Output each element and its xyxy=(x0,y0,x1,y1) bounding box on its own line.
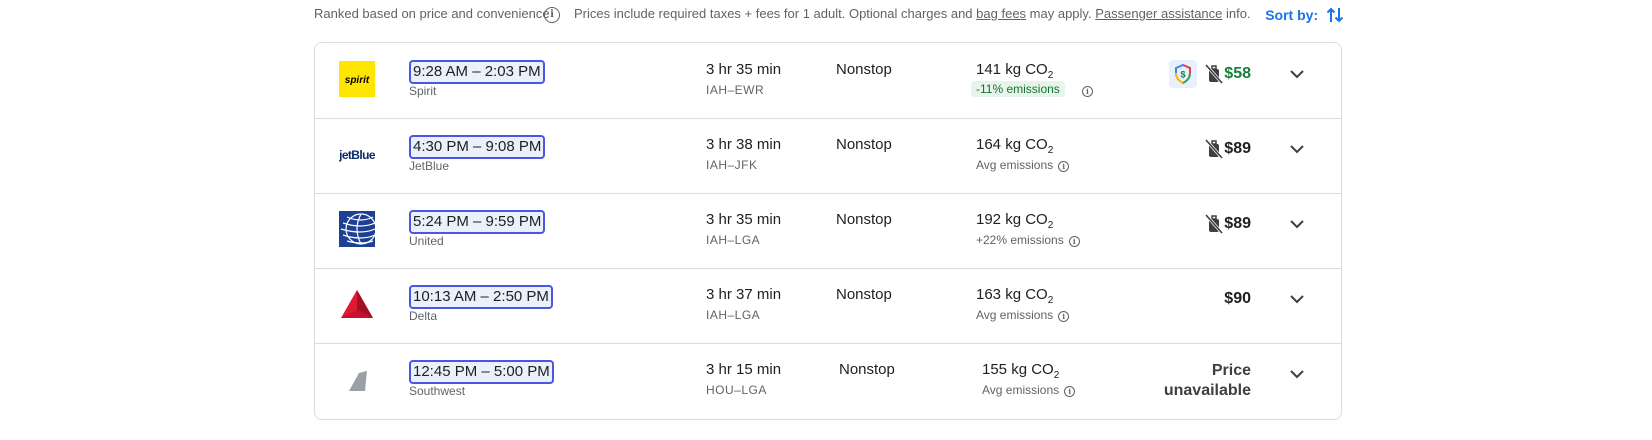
flight-route: IAH–JFK xyxy=(706,158,758,172)
info-icon[interactable]: i xyxy=(544,7,560,23)
prices-disclaimer: Prices include required taxes + fees for… xyxy=(574,6,1251,21)
jetblue-logo: jetBlue xyxy=(338,136,376,172)
airline-name: Delta xyxy=(409,309,438,323)
sort-label: Sort by: xyxy=(1265,7,1319,23)
flight-stops: Nonstop xyxy=(836,61,892,78)
chevron-down-icon[interactable] xyxy=(1289,69,1305,79)
emissions-info-icon[interactable]: i xyxy=(1068,236,1080,247)
co2-value: 164 kg CO2 xyxy=(976,136,1054,156)
flight-times: 4:30 PM – 9:08 PM xyxy=(409,135,546,159)
flight-times: 12:45 PM – 5:00 PM xyxy=(409,360,554,384)
sort-by-button[interactable]: Sort by: xyxy=(1265,5,1344,25)
flight-price: $89 xyxy=(1224,215,1251,232)
flight-price: $89 xyxy=(1224,140,1251,157)
co2-value: 163 kg CO2 xyxy=(976,286,1054,306)
chevron-down-icon[interactable] xyxy=(1289,219,1305,229)
price-unavailable: Price unavailable xyxy=(1164,361,1251,401)
emissions-label: +22% emissions i xyxy=(976,233,1080,247)
flight-route: IAH–LGA xyxy=(706,308,761,322)
flight-duration: 3 hr 35 min xyxy=(706,211,782,228)
delta-triangle-logo xyxy=(339,286,375,322)
spirit-logo: spirit xyxy=(339,61,375,97)
price-line-2: unavailable xyxy=(1163,382,1251,399)
flight-row-delta[interactable]: 10:13 AM – 2:50 PM Delta 3 hr 37 min IAH… xyxy=(315,268,1341,344)
emissions-label: Avg emissions i xyxy=(976,308,1070,322)
passenger-assistance-link[interactable]: Passenger assistance xyxy=(1095,6,1222,21)
flight-stops: Nonstop xyxy=(836,136,892,153)
spirit-logo-text: spirit xyxy=(345,75,370,86)
airline-name: Spirit xyxy=(409,84,437,98)
flight-duration: 3 hr 15 min xyxy=(706,361,782,378)
prices-text-1: Prices include required taxes + fees for… xyxy=(574,6,973,21)
flight-row-jetblue[interactable]: jetBlue 4:30 PM – 9:08 PM JetBlue 3 hr 3… xyxy=(315,118,1341,194)
chevron-down-icon[interactable] xyxy=(1289,294,1305,304)
co2-value: 192 kg CO2 xyxy=(976,211,1054,231)
airline-name: United xyxy=(409,234,444,248)
flight-route: IAH–LGA xyxy=(706,233,761,247)
flight-stops: Nonstop xyxy=(836,286,892,303)
emissions-badge: -11% emissions xyxy=(971,81,1065,97)
flight-stops: Nonstop xyxy=(839,361,895,378)
emissions-label: Avg emissions i xyxy=(982,383,1076,397)
chevron-down-icon[interactable] xyxy=(1289,144,1305,154)
prices-text-2: may apply. xyxy=(1029,6,1092,21)
flight-route: HOU–LGA xyxy=(706,383,767,397)
jetblue-logo-text: jetBlue xyxy=(339,148,375,162)
no-carry-on-icon xyxy=(1205,214,1223,234)
co2-value: 155 kg CO2 xyxy=(982,361,1060,381)
sort-arrows-icon xyxy=(1326,7,1344,23)
generic-tail-logo xyxy=(339,361,375,397)
flight-route: IAH–EWR xyxy=(706,83,765,97)
ranked-text: Ranked based on price and convenience xyxy=(314,6,550,21)
flight-times: 5:24 PM – 9:59 PM xyxy=(409,210,546,234)
flight-times: 10:13 AM – 2:50 PM xyxy=(409,285,553,309)
bag-fees-link[interactable]: bag fees xyxy=(976,6,1026,21)
airline-name: Southwest xyxy=(409,384,466,398)
results-info-bar: Ranked based on price and convenience i … xyxy=(314,6,1344,30)
emissions-info-icon[interactable]: i xyxy=(1058,161,1070,172)
airline-name: JetBlue xyxy=(409,159,450,173)
flight-duration: 3 hr 37 min xyxy=(706,286,782,303)
emissions-info-icon[interactable]: i xyxy=(1082,86,1093,97)
flight-times: 9:28 AM – 2:03 PM xyxy=(409,60,545,84)
emissions-info-icon[interactable]: i xyxy=(1064,386,1076,397)
co2-value: 141 kg CO2 xyxy=(976,61,1054,81)
flight-stops: Nonstop xyxy=(836,211,892,228)
flight-duration: 3 hr 38 min xyxy=(706,136,782,153)
emissions-label: Avg emissions i xyxy=(976,158,1070,172)
no-carry-on-icon xyxy=(1205,139,1223,159)
flight-results-list: spirit 9:28 AM – 2:03 PM Spirit 3 hr 35 … xyxy=(314,42,1342,420)
flight-duration: 3 hr 35 min xyxy=(706,61,782,78)
flight-row-southwest[interactable]: 12:45 PM – 5:00 PM Southwest 3 hr 15 min… xyxy=(315,343,1341,418)
prices-text-3: info. xyxy=(1226,6,1251,21)
emissions-info-icon[interactable]: i xyxy=(1058,311,1070,322)
svg-text:$: $ xyxy=(1180,70,1185,80)
flight-price: $90 xyxy=(1224,290,1251,307)
no-carry-on-icon xyxy=(1205,64,1223,84)
flight-row-united[interactable]: 5:24 PM – 9:59 PM United 3 hr 35 min IAH… xyxy=(315,193,1341,269)
flight-row-spirit[interactable]: spirit 9:28 AM – 2:03 PM Spirit 3 hr 35 … xyxy=(315,43,1341,119)
united-globe-logo xyxy=(339,211,377,247)
price-line-1: Price xyxy=(1211,362,1251,379)
price-guarantee-shield-icon[interactable]: $ xyxy=(1169,60,1197,88)
chevron-down-icon[interactable] xyxy=(1289,369,1305,379)
flight-price: $58 xyxy=(1224,65,1251,82)
